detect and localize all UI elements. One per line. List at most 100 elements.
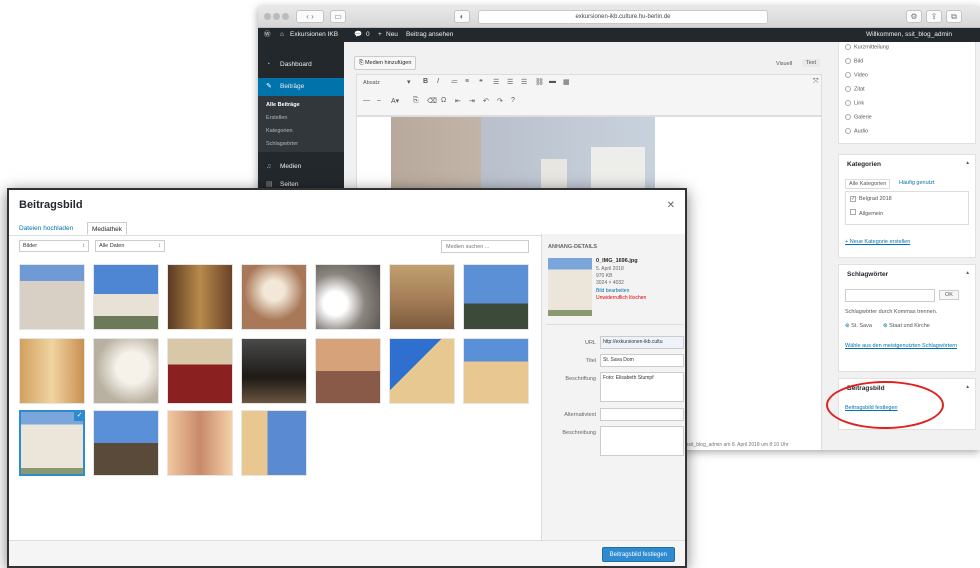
sidebar-item-posts[interactable]: ✎ Beiträge [258, 78, 344, 96]
media-thumbnail[interactable] [315, 338, 381, 404]
collapse-icon[interactable]: ▴ [966, 270, 969, 276]
media-thumbnail[interactable] [241, 264, 307, 330]
download-icon[interactable]: ⚙ [906, 10, 922, 23]
tab-visual[interactable]: Visuell [776, 61, 792, 67]
sidebar-toggle-icon[interactable]: ▭ [330, 10, 346, 23]
media-thumbnail[interactable] [463, 264, 529, 330]
submenu-create[interactable]: Erstellen [266, 115, 287, 121]
tag-item[interactable]: ⊗ St. Sava [845, 323, 872, 329]
media-thumbnail[interactable] [389, 338, 455, 404]
tab-upload[interactable]: Dateien hochladen [19, 222, 73, 235]
filter-date-select[interactable]: Alle Daten [95, 240, 165, 252]
media-thumbnail[interactable] [463, 338, 529, 404]
close-icon[interactable]: ✕ [667, 200, 675, 211]
adminbar-welcome[interactable]: Willkommen, ssit_blog_admin [866, 28, 952, 42]
format-option-gallery[interactable]: Galerie [845, 114, 872, 120]
format-option-image[interactable]: Bild [845, 58, 863, 64]
sidebar-item-dashboard[interactable]: ◔ Dashboard [258, 56, 344, 74]
format-option-status[interactable]: Kurzmitteilung [845, 44, 889, 50]
text-color-icon[interactable]: A▾ [391, 97, 399, 105]
undo-icon[interactable]: ↶ [483, 97, 489, 105]
tab-text[interactable]: Text [802, 59, 821, 67]
tab-all-categories[interactable]: Alle Kategorien [845, 179, 891, 189]
media-thumbnail[interactable] [389, 264, 455, 330]
hr-icon[interactable]: – [377, 97, 381, 104]
media-thumbnail[interactable] [19, 264, 85, 330]
zoom-window-icon[interactable] [282, 13, 289, 20]
media-thumbnail[interactable] [315, 264, 381, 330]
chevron-down-icon[interactable]: ▾ [407, 78, 411, 86]
tag-item[interactable]: ⊗ Staat und Kirche [883, 323, 930, 329]
submenu-tags[interactable]: Schlagwörter [266, 141, 298, 147]
media-thumbnail[interactable] [167, 338, 233, 404]
back-forward-icon[interactable]: ‹ › [296, 10, 324, 23]
adminbar-new[interactable]: Neu [386, 28, 398, 42]
submenu-all-posts[interactable]: Alle Beiträge [266, 102, 300, 108]
paste-text-icon[interactable]: ⎘ [413, 97, 419, 105]
fullscreen-icon[interactable]: ⤧ [813, 78, 819, 86]
align-left-icon[interactable]: ☰ [493, 78, 499, 86]
privacy-icon[interactable]: ◐ [454, 10, 470, 23]
collapse-icon[interactable]: ▴ [966, 160, 969, 166]
numbered-list-icon[interactable]: ≡ [465, 78, 469, 85]
strikethrough-icon[interactable]: — [363, 97, 370, 104]
bold-icon[interactable]: B [423, 78, 428, 85]
tabs-icon[interactable]: ⧉ [946, 10, 962, 23]
tag-input[interactable] [845, 289, 935, 302]
choose-tags-link[interactable]: Wähle aus den meistgenutzten Schlagwörte… [845, 343, 965, 349]
toolbar-toggle-icon[interactable]: ▦ [563, 78, 570, 86]
bullet-list-icon[interactable]: ≔ [451, 78, 458, 86]
check-icon[interactable]: ✓ [74, 410, 85, 421]
media-thumbnail[interactable] [93, 410, 159, 476]
redo-icon[interactable]: ↷ [497, 97, 503, 105]
media-thumbnail[interactable] [167, 264, 233, 330]
tab-media-library[interactable]: Mediathek [87, 222, 127, 235]
media-search-input[interactable] [441, 240, 529, 253]
help-icon[interactable]: ? [511, 97, 515, 104]
submenu-categories[interactable]: Kategorien [266, 128, 293, 134]
tag-add-button[interactable]: OK [939, 290, 959, 300]
home-icon[interactable]: ⌂ [280, 28, 284, 42]
quote-icon[interactable]: ❝ [479, 78, 483, 86]
sidebar-item-media[interactable]: ♫ Medien [258, 158, 344, 176]
format-option-video[interactable]: Video [845, 72, 868, 78]
url-field[interactable]: http://exkursionen-ikb.cultu [600, 336, 684, 349]
comments-icon[interactable]: 💬 [354, 28, 362, 42]
filter-type-select[interactable]: Bilder [19, 240, 89, 252]
wordpress-logo-icon[interactable]: Ⓦ [264, 28, 271, 42]
share-icon[interactable]: ⇪ [926, 10, 942, 23]
media-thumbnail-selected[interactable]: ✓ [19, 410, 85, 476]
link-icon[interactable]: ⛓ [535, 78, 544, 86]
italic-icon[interactable]: I [437, 78, 439, 85]
title-field[interactable]: St. Sava Dom [600, 354, 684, 367]
alt-text-field[interactable] [600, 408, 684, 421]
delete-link[interactable]: Unwiderruflich löschen [596, 295, 646, 301]
collapse-icon[interactable]: ▴ [966, 384, 969, 390]
add-category-link[interactable]: + Neue Kategorie erstellen [845, 239, 910, 245]
format-option-audio[interactable]: Audio [845, 128, 868, 134]
align-right-icon[interactable]: ☰ [521, 78, 527, 86]
more-tag-icon[interactable]: ▬ [549, 78, 556, 85]
media-thumbnail[interactable] [167, 410, 233, 476]
add-media-button[interactable]: ⎘ Medien hinzufügen [354, 56, 417, 70]
media-thumbnail[interactable] [93, 264, 159, 330]
format-option-quote[interactable]: Zitat [845, 86, 865, 92]
tab-most-used[interactable]: Häufig genutzt [899, 180, 934, 186]
media-thumbnail[interactable] [241, 338, 307, 404]
media-thumbnail[interactable] [241, 410, 307, 476]
set-featured-image-button[interactable]: Beitragsbild festlegen [601, 547, 675, 562]
adminbar-view-post[interactable]: Beitrag ansehen [406, 28, 453, 42]
category-checkbox[interactable]: Allgemein [850, 209, 883, 217]
adminbar-site-name[interactable]: Exkursionen IKB [290, 28, 338, 42]
caption-field[interactable]: Foto: Elisabeth Stumpf [600, 372, 684, 402]
category-checkbox[interactable]: ✓ Belgrad 2018 [850, 196, 892, 202]
indent-icon[interactable]: ⇥ [469, 97, 475, 105]
media-thumbnail[interactable] [19, 338, 85, 404]
special-char-icon[interactable]: Ω [441, 97, 446, 104]
outdent-icon[interactable]: ⇤ [455, 97, 461, 105]
format-option-link[interactable]: Link [845, 100, 864, 106]
clear-format-icon[interactable]: ⌫ [427, 97, 437, 105]
format-select[interactable]: Absatz [363, 80, 380, 86]
minimize-window-icon[interactable] [273, 13, 280, 20]
edit-image-link[interactable]: Bild bearbeiten [596, 288, 629, 294]
